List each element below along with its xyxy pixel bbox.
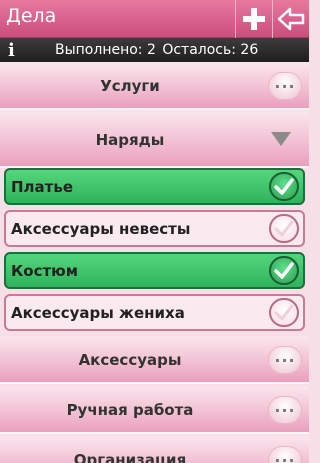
category-label: Услуги (100, 77, 160, 95)
checkmark-icon[interactable] (269, 172, 299, 201)
task-list: Услуги ··· Наряды Платье Аксессуары неве… (0, 62, 309, 463)
checkmark-icon[interactable] (269, 298, 299, 327)
task-label: Аксессуары жениха (11, 303, 185, 322)
back-button[interactable] (272, 0, 308, 38)
progress-summary: Выполнено: 2 Осталось: 26 (55, 42, 260, 58)
remaining-count: Осталось: 26 (162, 42, 259, 58)
category-row[interactable]: Аксессуары ··· (0, 336, 309, 384)
info-icon[interactable]: i (8, 40, 15, 61)
task-label: Платье (11, 177, 74, 196)
checkmark-icon[interactable] (269, 214, 299, 243)
more-button[interactable]: ··· (268, 446, 302, 463)
category-row[interactable]: Организация ··· (0, 436, 309, 463)
checkmark-icon[interactable] (269, 256, 299, 285)
category-label: Наряды (95, 130, 165, 149)
collapse-arrow-icon[interactable] (271, 132, 291, 146)
category-label: Аксессуары (78, 351, 182, 369)
category-row[interactable]: Ручная работа ··· (0, 386, 309, 434)
back-arrow-icon (277, 7, 304, 31)
more-button[interactable]: ··· (268, 396, 302, 424)
category-label: Организация (73, 451, 187, 463)
more-button[interactable]: ··· (268, 72, 302, 100)
app-title: Дела (6, 5, 57, 27)
category-row[interactable]: Услуги ··· (0, 62, 309, 110)
category-row-expanded[interactable]: Наряды (0, 111, 309, 168)
task-item[interactable]: Костюм (4, 252, 305, 289)
task-label: Аксессуары невесты (11, 219, 191, 238)
plus-icon (242, 8, 265, 30)
task-item[interactable]: Аксессуары невесты (4, 210, 305, 247)
add-button[interactable] (235, 0, 271, 38)
title-bar: Дела (0, 0, 309, 38)
task-item[interactable]: Платье (4, 168, 305, 205)
task-item[interactable]: Аксессуары жениха (4, 294, 305, 331)
status-bar: i Выполнено: 2 Осталось: 26 (0, 38, 309, 62)
more-button[interactable]: ··· (268, 346, 302, 374)
task-label: Костюм (11, 261, 78, 280)
category-label: Ручная работа (66, 401, 194, 419)
done-count: Выполнено: 2 (55, 42, 156, 58)
